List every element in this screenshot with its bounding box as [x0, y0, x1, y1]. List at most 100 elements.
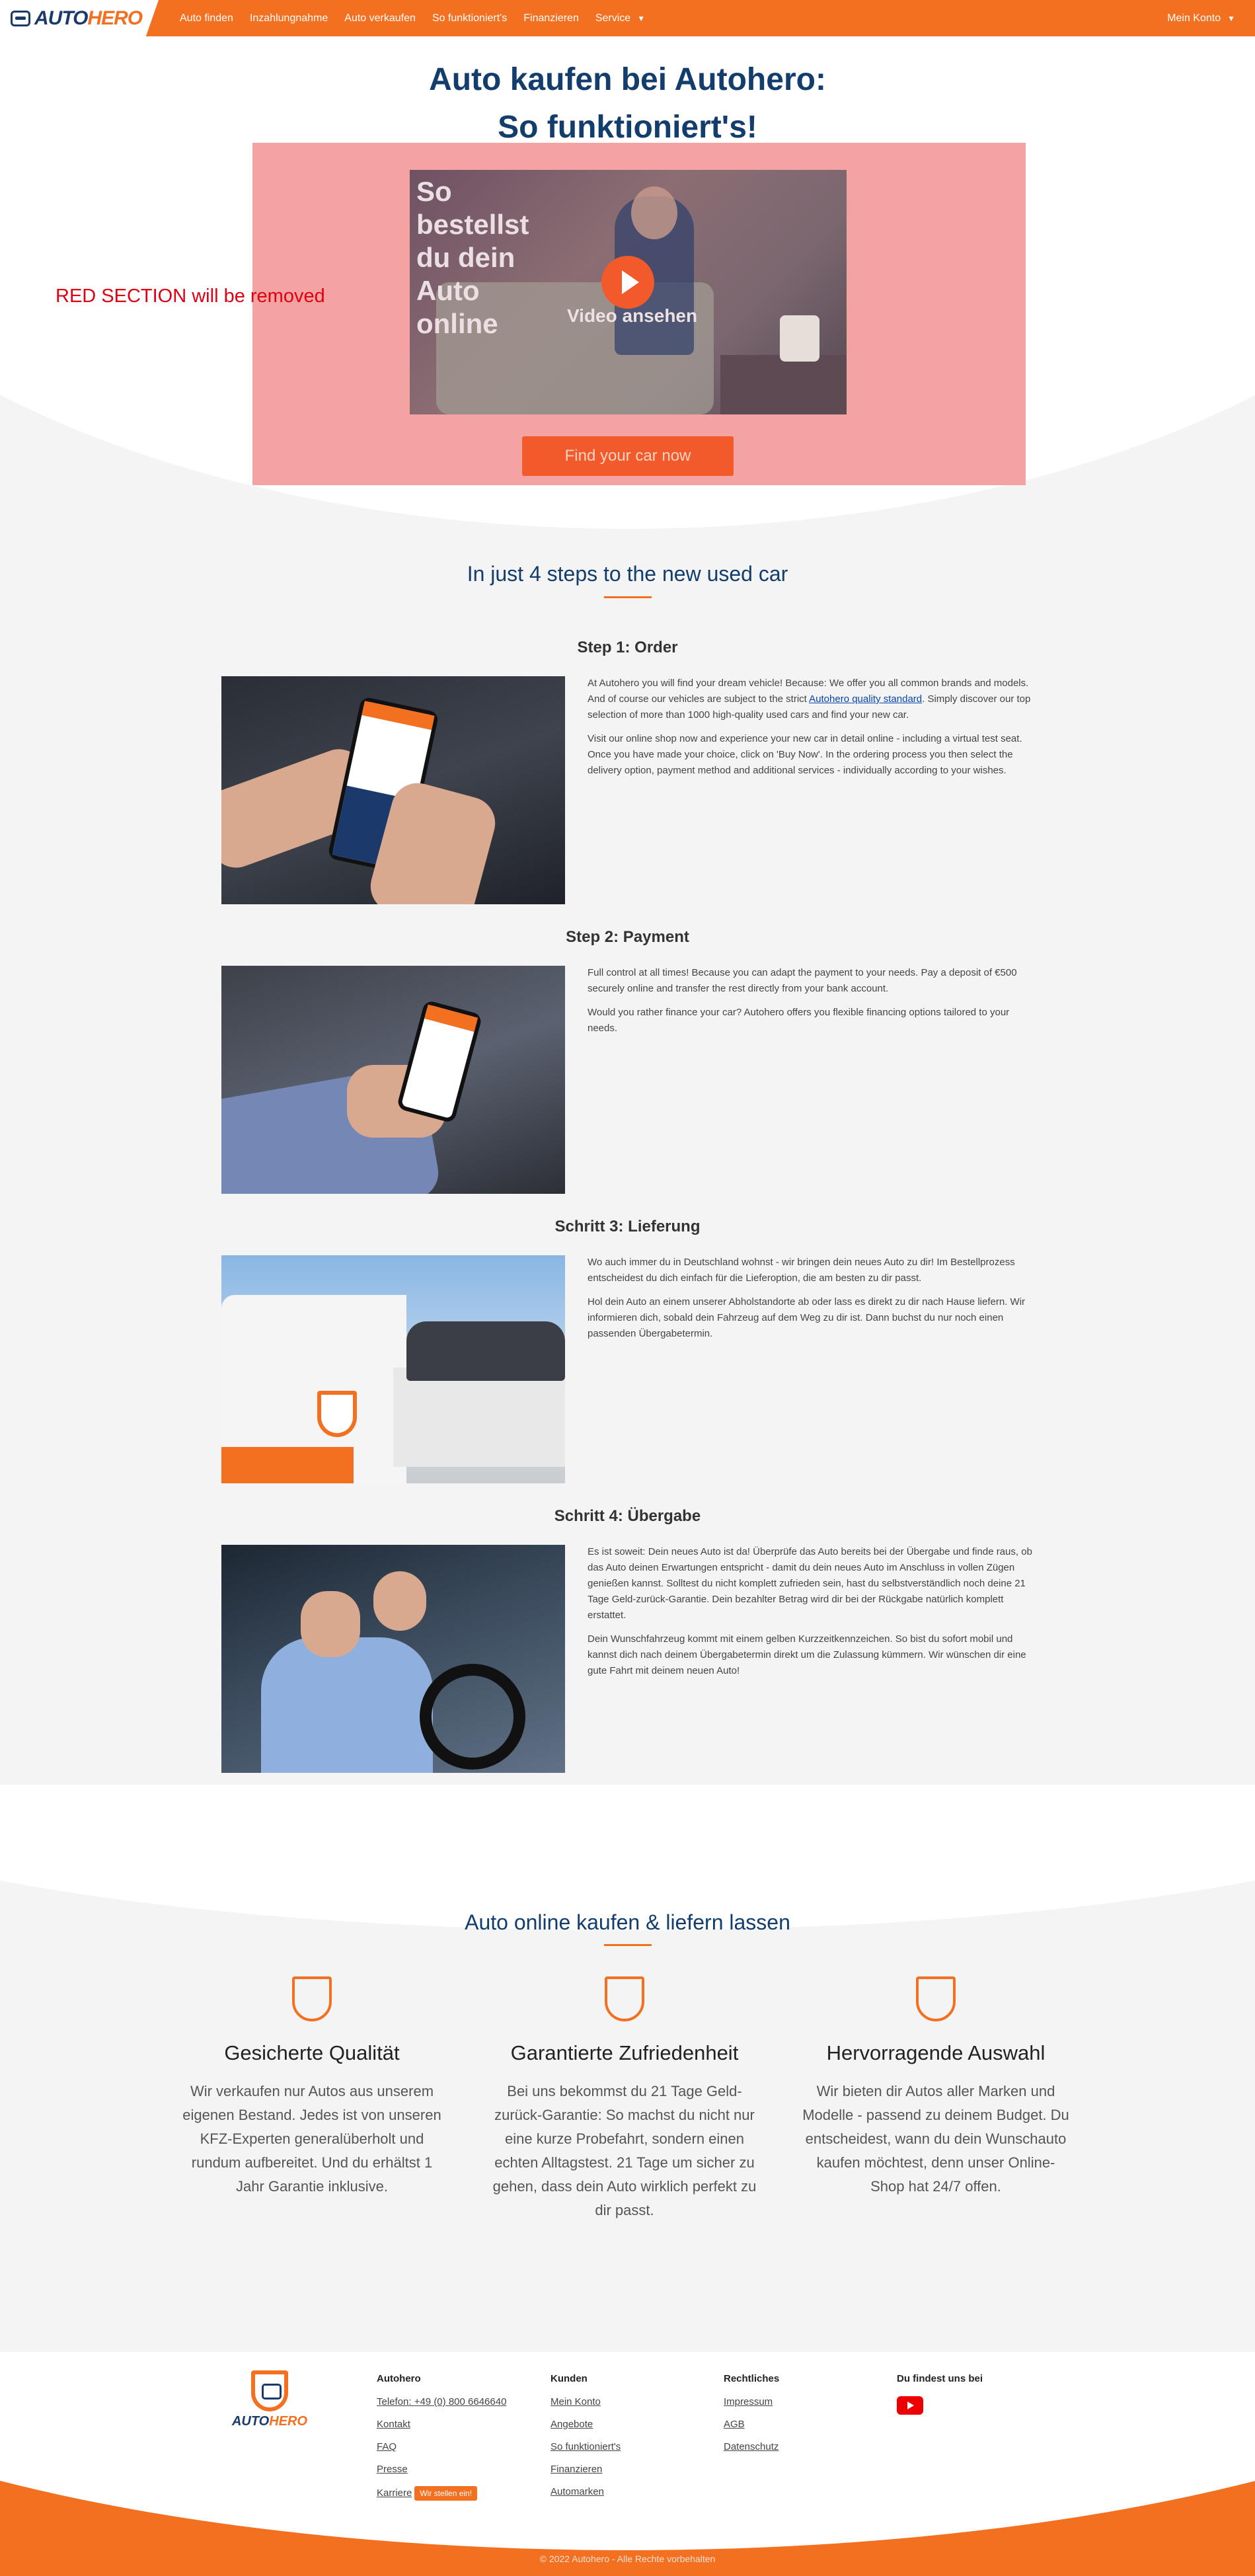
nav-link-so-funktionierts[interactable]: So funktioniert's: [432, 13, 507, 24]
page-title: Auto kaufen bei Autohero: So funktionier…: [0, 56, 1255, 151]
phone-header-shape: [424, 1004, 478, 1033]
step2-text: Full control at all times! Because you c…: [588, 965, 1037, 1044]
step2-paragraph1: Full control at all times! Because you c…: [588, 967, 1017, 994]
page-title-line1: Auto kaufen bei Autohero:: [429, 62, 826, 97]
footer-logo-hero: HERO: [269, 2414, 308, 2429]
video-label: Video ansehen: [567, 305, 698, 326]
step3-title: Schritt 3: Lieferung: [554, 1218, 701, 1235]
nav-link-finanzieren[interactable]: Finanzieren: [523, 13, 579, 24]
step4-title: Schritt 4: Übergabe: [554, 1507, 701, 1525]
video-table-shape: [720, 355, 847, 414]
feature-quality-text: Wir verkaufen nur Autos aus unserem eige…: [182, 2083, 441, 2195]
step2-paragraph2: Would you rather finance your car? Autoh…: [588, 1007, 1010, 1034]
autohero-logo[interactable]: AUTOHERO: [0, 0, 159, 36]
account-label: Mein Konto: [1167, 12, 1221, 24]
step1-image: [221, 676, 565, 904]
car-logo-icon: [11, 10, 30, 26]
shield-icon: [605, 1976, 644, 2021]
quality-standard-link[interactable]: Autohero quality standard: [809, 693, 922, 705]
footer-col-social: Du findest uns bei: [897, 2373, 983, 2415]
footer-logo[interactable]: AUTOHERO: [230, 2370, 309, 2429]
car-shape: [406, 1321, 565, 1381]
footer-link-kontakt[interactable]: Kontakt: [377, 2419, 506, 2430]
shield-icon: [916, 1976, 956, 2021]
step3-image: [221, 1255, 565, 1483]
footer-col-kunden: Kunden Mein Konto Angebote So funktionie…: [551, 2373, 621, 2509]
nav-links: Auto finden Inzahlungnahme Auto verkaufe…: [180, 0, 662, 36]
person-shirt-shape: [261, 1637, 433, 1773]
footer-link-karriere[interactable]: Karriere Wir stellen ein!: [377, 2486, 506, 2501]
nav-link-auto-finden[interactable]: Auto finden: [180, 13, 233, 24]
logo-wordmark: AUTOHERO: [34, 7, 143, 29]
footer-link-impressum[interactable]: Impressum: [724, 2396, 779, 2407]
step1-text: At Autohero you will find your dream veh…: [588, 676, 1037, 787]
footer-col-rechtliches: Rechtliches Impressum AGB Datenschutz: [724, 2373, 779, 2464]
step1-paragraph1: At Autohero you will find your dream veh…: [588, 676, 1037, 723]
step2-image: [221, 966, 565, 1194]
youtube-icon[interactable]: [897, 2396, 923, 2415]
chevron-down-icon: ▼: [637, 13, 646, 23]
feature-quality-title: Gesicherte Qualität: [224, 2041, 400, 2064]
feature-satisfaction: Garantierte Zufriedenheit Bei uns bekomm…: [489, 1976, 760, 2222]
footer-link-karriere-label: Karriere: [377, 2487, 412, 2499]
person-head-shape: [373, 1571, 426, 1631]
footer-link-so-funktionierts[interactable]: So funktioniert's: [551, 2441, 621, 2452]
step1-paragraph2: Visit our online shop now and experience…: [588, 733, 1022, 776]
video-cup-shape: [780, 315, 819, 362]
find-car-button[interactable]: Find your car now: [522, 436, 734, 476]
phone-header-shape: [361, 701, 435, 730]
video-overlay-text: So bestellst du dein Auto online: [416, 176, 529, 339]
steps-heading: In just 4 steps to the new used car: [467, 562, 788, 586]
footer-link-mein-konto[interactable]: Mein Konto: [551, 2396, 621, 2407]
step3-paragraph2: Hol dein Auto an einem unserer Abholstan…: [588, 1296, 1026, 1339]
top-navigation: AUTOHERO Auto finden Inzahlungnahme Auto…: [0, 0, 1255, 36]
feature-satisfaction-text: Bei uns bekommst du 21 Tage Geld-zurück-…: [492, 2083, 757, 2218]
step4-paragraph1: Es ist soweit: Dein neues Auto ist da! Ü…: [588, 1546, 1032, 1621]
step4-text: Es ist soweit: Dein neues Auto ist da! Ü…: [588, 1544, 1037, 1687]
step2-title: Step 2: Payment: [566, 928, 689, 946]
footer-link-faq[interactable]: FAQ: [377, 2441, 506, 2452]
feature-quality: Gesicherte Qualität Wir verkaufen nur Au…: [176, 1976, 447, 2199]
footer-col-title: Rechtliches: [724, 2373, 780, 2384]
footer: [0, 2352, 1255, 2576]
account-menu[interactable]: Mein Konto ▼: [1167, 0, 1235, 36]
phone-shape: [396, 999, 483, 1124]
feature-selection-title: Hervorragende Auswahl: [826, 2041, 1046, 2064]
nav-link-inzahlungnahme[interactable]: Inzahlungnahme: [250, 13, 328, 24]
footer-link-phone[interactable]: Telefon: +49 (0) 800 6646640: [377, 2396, 506, 2407]
footer-link-datenschutz[interactable]: Datenschutz: [724, 2441, 779, 2452]
hiring-badge: Wir stellen ein!: [414, 2486, 478, 2501]
copyright: © 2022 Autohero - Alle Rechte vorbehalte…: [539, 2554, 716, 2564]
footer-link-finanzieren[interactable]: Finanzieren: [551, 2464, 621, 2475]
step1-title: Step 1: Order: [577, 639, 678, 656]
nav-link-auto-verkaufen[interactable]: Auto verkaufen: [344, 13, 416, 24]
truck-bed-shape: [393, 1368, 565, 1467]
step3-paragraph1: Wo auch immer du in Deutschland wohnst -…: [588, 1257, 1015, 1284]
features-heading: Auto online kaufen & liefern lassen: [465, 1910, 790, 1934]
footer-link-automarken[interactable]: Automarken: [551, 2486, 621, 2497]
footer-col-title: Kunden: [551, 2373, 588, 2384]
step4-paragraph2: Dein Wunschfahrzeug kommt mit einem gelb…: [588, 1633, 1026, 1676]
footer-link-angebote[interactable]: Angebote: [551, 2419, 621, 2430]
step3-text: Wo auch immer du in Deutschland wohnst -…: [588, 1255, 1037, 1350]
feature-selection-text: Wir bieten dir Autos aller Marken und Mo…: [802, 2083, 1069, 2195]
video-thumbnail[interactable]: So bestellst du dein Auto online Video a…: [410, 170, 847, 414]
play-icon[interactable]: [601, 256, 654, 309]
shield-icon: [292, 1976, 332, 2021]
footer-link-agb[interactable]: AGB: [724, 2419, 779, 2430]
steering-wheel-shape: [420, 1664, 525, 1770]
footer-logo-auto: AUTO: [231, 2414, 270, 2429]
nav-link-service[interactable]: Service ▼: [595, 13, 645, 24]
steps-heading-underline: [604, 596, 652, 598]
feature-selection: Hervorragende Auswahl Wir bieten dir Aut…: [800, 1976, 1071, 2199]
footer-curve: [0, 2352, 1255, 2550]
footer-col-autohero: Autohero Telefon: +49 (0) 800 6646640 Ko…: [377, 2373, 506, 2512]
red-section-note: RED SECTION will be removed: [56, 286, 325, 307]
features-heading-underline: [604, 1944, 652, 1946]
shield-icon: [317, 1391, 357, 1437]
footer-link-presse[interactable]: Presse: [377, 2464, 506, 2475]
nav-link-service-label: Service: [595, 12, 631, 24]
autohero-shield-icon: [251, 2370, 288, 2411]
person-head-shape: [301, 1591, 360, 1657]
footer-logo-wordmark: AUTOHERO: [230, 2414, 309, 2429]
